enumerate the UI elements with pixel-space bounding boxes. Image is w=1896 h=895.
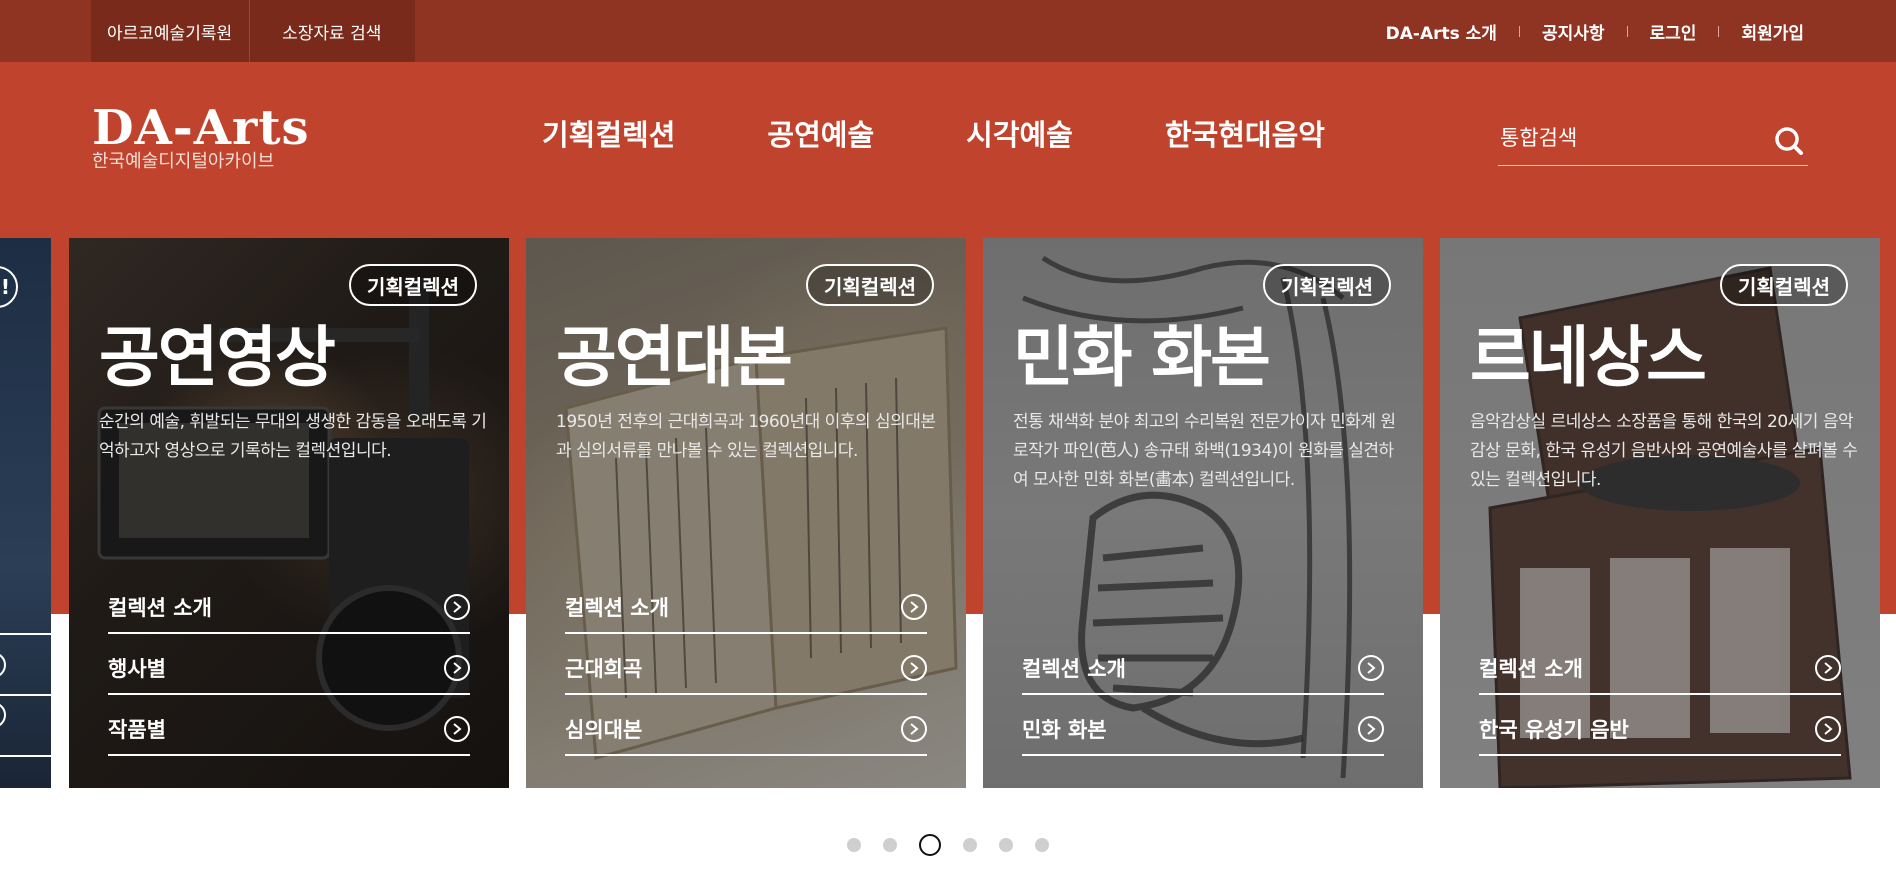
nav-visual-arts[interactable]: 시각예술 <box>966 112 1073 154</box>
top-utility-bar: 아르코예술기록원 소장자료 검색 DA-Arts 소개 공지사항 로그인 회원가… <box>0 0 1896 62</box>
chevron-right-icon <box>1815 654 1841 681</box>
top-tabs: 아르코예술기록원 소장자료 검색 <box>91 0 416 62</box>
search-input[interactable] <box>1498 116 1758 160</box>
link-label: 컬렉션 소개 <box>1479 656 1583 681</box>
link-login[interactable]: 로그인 <box>1650 19 1697 44</box>
nav-special-collection[interactable]: 기획컬렉션 <box>542 112 675 154</box>
pagination-dot-active[interactable] <box>919 834 941 856</box>
slider-card-previous[interactable]: ! <box>0 238 51 788</box>
divider <box>1518 25 1520 37</box>
pagination-dot[interactable] <box>1035 838 1049 852</box>
chevron-right-icon <box>0 702 6 728</box>
slider-pagination <box>0 833 1896 857</box>
pagination-dot[interactable] <box>847 838 861 852</box>
nav-modern-music[interactable]: 한국현대음악 <box>1165 112 1325 154</box>
search-box <box>1498 116 1808 166</box>
link-about[interactable]: DA-Arts 소개 <box>1386 19 1497 44</box>
chevron-right-icon <box>1815 715 1841 742</box>
card-link[interactable]: 작품별 <box>108 695 470 756</box>
link-label: 한국 유성기 음반 <box>1479 717 1629 742</box>
chevron-right-icon <box>1358 654 1384 681</box>
collection-card-performance-video[interactable]: 기획컬렉션 공연영상 순간의 예술, 휘발되는 무대의 생생한 감동을 오래도록… <box>69 238 509 788</box>
link-label: 컬렉션 소개 <box>108 595 212 620</box>
card-title: 민화 화본 <box>1013 319 1271 396</box>
collection-badge: 기획컬렉션 <box>1720 264 1848 306</box>
logo-title: DA-Arts <box>92 100 310 156</box>
card-link[interactable]: 컬렉션 소개 <box>1022 634 1384 695</box>
card-description: 순간의 예술, 휘발되는 무대의 생생한 감동을 오래도록 기억하고자 영상으로… <box>99 412 487 461</box>
divider <box>1718 25 1720 37</box>
card-link-list: 컬렉션 소개 행사별 작품별 <box>108 573 470 756</box>
search-icon[interactable] <box>1774 126 1804 156</box>
pagination-dot[interactable] <box>883 838 897 852</box>
card-title: 공연대본 <box>556 319 793 396</box>
card-description: 전통 채색화 분야 최고의 수리복원 전문가이자 민화계 원로작가 파인(芭人)… <box>1013 412 1396 490</box>
main-nav: 기획컬렉션 공연예술 시각예술 한국현대음악 <box>542 112 1325 154</box>
collection-badge: 기획컬렉션 <box>806 264 934 306</box>
card-title: 르네상스 <box>1470 319 1707 396</box>
collection-card-performance-script[interactable]: 기획컬렉션 공연대본 1950년 전후의 근대희곡과 1960년대 이후의 심의… <box>526 238 966 788</box>
card-link-list: 컬렉션 소개 한국 유성기 음반 <box>1479 634 1841 756</box>
collection-card-renaissance[interactable]: 기획컬렉션 르네상스 음악감상실 르네상스 소장품을 통해 한국의 20세기 음… <box>1440 238 1880 788</box>
collection-card-folk-painting[interactable]: 기획컬렉션 민화 화본 전통 채색화 분야 최고의 수리복원 전문가이자 민화계… <box>983 238 1423 788</box>
card-link[interactable]: 심의대본 <box>565 695 927 756</box>
chevron-right-icon <box>444 654 470 681</box>
link-label: 작품별 <box>108 717 166 742</box>
tab-collection-search[interactable]: 소장자료 검색 <box>250 0 416 62</box>
card-link-list: 컬렉션 소개 근대희곡 심의대본 <box>565 573 927 756</box>
link-label: 근대희곡 <box>565 656 643 681</box>
card-link[interactable]: 컬렉션 소개 <box>565 573 927 634</box>
nav-performing-arts[interactable]: 공연예술 <box>767 112 874 154</box>
link-notice[interactable]: 공지사항 <box>1542 19 1605 44</box>
top-links: DA-Arts 소개 공지사항 로그인 회원가입 <box>1386 0 1804 62</box>
divider <box>0 633 51 635</box>
pagination-dot[interactable] <box>999 838 1013 852</box>
link-label: 민화 화본 <box>1022 717 1107 742</box>
card-link[interactable]: 컬렉션 소개 <box>1479 634 1841 695</box>
badge: ! <box>0 266 18 308</box>
chevron-right-icon <box>1358 715 1384 742</box>
divider <box>0 755 51 757</box>
tab-arko-archive[interactable]: 아르코예술기록원 <box>91 0 251 62</box>
pagination-dot[interactable] <box>963 838 977 852</box>
divider <box>1626 25 1628 37</box>
card-link-list: 컬렉션 소개 민화 화본 <box>1022 634 1384 756</box>
card-link[interactable]: 근대희곡 <box>565 634 927 695</box>
link-label: 컬렉션 소개 <box>565 595 669 620</box>
link-label: 심의대본 <box>565 717 643 742</box>
collection-badge: 기획컬렉션 <box>349 264 477 306</box>
card-link[interactable]: 한국 유성기 음반 <box>1479 695 1841 756</box>
link-label: 컬렉션 소개 <box>1022 656 1126 681</box>
chevron-right-icon <box>444 715 470 742</box>
chevron-right-icon <box>901 654 927 681</box>
card-link[interactable]: 민화 화본 <box>1022 695 1384 756</box>
chevron-right-icon <box>901 593 927 620</box>
collection-slider: ! 기획컬렉션 공연영상 순간의 예술, 휘발되는 무대의 생생한 감동을 오래… <box>0 238 1896 788</box>
card-description: 1950년 전후의 근대희곡과 1960년대 이후의 심의대본과 심의서류를 만… <box>556 412 936 461</box>
link-signup[interactable]: 회원가입 <box>1741 19 1804 44</box>
link-label: 행사별 <box>108 656 166 681</box>
collection-badge: 기획컬렉션 <box>1263 264 1391 306</box>
card-description: 음악감상실 르네상스 소장품을 통해 한국의 20세기 음악 감상 문화, 한국… <box>1470 412 1858 490</box>
chevron-right-icon <box>901 715 927 742</box>
card-link[interactable]: 컬렉션 소개 <box>108 573 470 634</box>
chevron-right-icon <box>444 593 470 620</box>
divider <box>0 694 51 696</box>
site-logo[interactable]: DA-Arts 한국예술디지털아카이브 <box>92 102 310 172</box>
card-link[interactable]: 행사별 <box>108 634 470 695</box>
card-title: 공연영상 <box>99 319 336 396</box>
chevron-right-icon <box>0 652 6 678</box>
